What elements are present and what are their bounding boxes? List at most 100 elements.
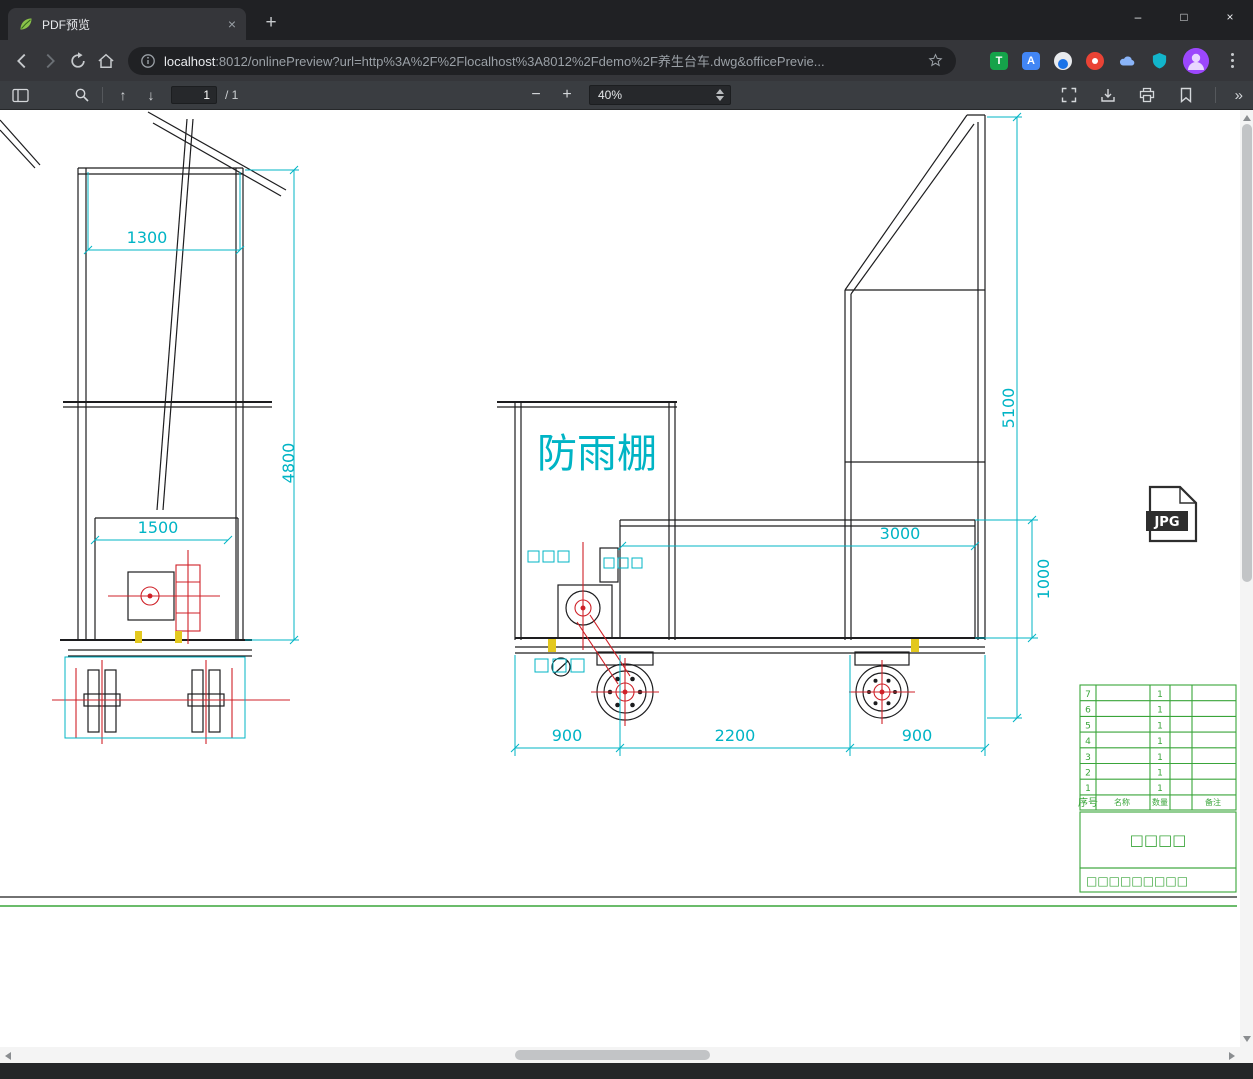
profile-avatar[interactable]	[1183, 47, 1209, 74]
side-view-highlights	[548, 639, 919, 652]
pdf-toolbar-right: »	[1059, 81, 1247, 109]
vertical-scrollbar[interactable]	[1240, 110, 1253, 1047]
dim-axle-right: 900	[902, 726, 933, 745]
zoom-out-button[interactable]: −	[524, 83, 548, 107]
tab-close-icon[interactable]: ×	[228, 17, 236, 31]
print-button[interactable]	[1137, 85, 1157, 105]
back-button[interactable]	[8, 47, 36, 75]
new-tab-button[interactable]: +	[258, 10, 284, 36]
download-button[interactable]	[1098, 85, 1118, 105]
title-block: 7 6 5 4 3 2 1 1 1 1 1 1 1 1 序号 名称 数量 备注 …	[1078, 684, 1237, 893]
front-view-highlights	[135, 631, 182, 643]
pdf-toolbar-left: ↑ ↓ / 1	[0, 81, 238, 109]
header-serial-no: 序号	[1078, 796, 1098, 809]
page-count-label: / 1	[225, 88, 239, 102]
toolbar-separator	[1214, 87, 1216, 103]
search-button[interactable]	[72, 85, 92, 105]
part-row-qty: 1	[1157, 721, 1163, 731]
dim-side-height: 5100	[999, 388, 1018, 429]
part-row-no: 3	[1085, 753, 1091, 763]
part-row-qty: 1	[1157, 769, 1163, 779]
front-view-geometry	[0, 111, 287, 733]
previous-page-button[interactable]: ↑	[113, 87, 133, 103]
scroll-left-arrow-icon[interactable]	[5, 1051, 11, 1060]
url-host: localhost	[164, 54, 216, 69]
next-page-button[interactable]: ↓	[141, 87, 161, 103]
url-path: :8012/onlinePreview?url=http%3A%2F%2Floc…	[215, 54, 825, 69]
part-row-no: 5	[1085, 721, 1091, 731]
extension-cloud-icon[interactable]	[1113, 47, 1141, 75]
jpg-file-icon: JPG	[1146, 485, 1198, 543]
home-button[interactable]	[92, 47, 120, 75]
forward-button[interactable]	[36, 47, 64, 75]
part-row-no: 4	[1085, 737, 1091, 747]
part-row-qty: 1	[1157, 690, 1163, 700]
part-row-no: 1	[1085, 784, 1091, 794]
vertical-scrollbar-thumb[interactable]	[1241, 124, 1252, 582]
dim-tank-length: 3000	[880, 524, 921, 543]
extension-green-icon[interactable]: T	[985, 47, 1013, 75]
scroll-up-arrow-icon[interactable]	[1242, 115, 1251, 121]
extension-translate-icon[interactable]: A	[1017, 47, 1045, 75]
part-row-no: 2	[1085, 769, 1091, 779]
tab-title: PDF预览	[42, 17, 91, 32]
address-bar[interactable]: localhost:8012/onlinePreview?url=http%3A…	[128, 46, 956, 75]
zoom-in-button[interactable]: +	[555, 83, 579, 107]
sidebar-toggle-button[interactable]	[10, 85, 30, 105]
zoom-level-select[interactable]: 40%	[589, 85, 731, 105]
presentation-mode-button[interactable]	[1059, 85, 1079, 105]
close-button[interactable]: ×	[1207, 0, 1253, 34]
bookmark-button[interactable]	[1176, 85, 1196, 105]
tab-favicon-leaf-icon	[18, 16, 34, 32]
dim-front-mid-width: 1500	[138, 518, 179, 537]
part-row-no: 6	[1085, 706, 1091, 716]
header-quantity: 数量	[1152, 797, 1168, 807]
part-row-no: 7	[1085, 690, 1091, 700]
front-view-dimensions: 1300 4800 1500	[64, 165, 299, 739]
part-row-qty: 1	[1157, 737, 1163, 747]
viewer-bottom-strip	[0, 1063, 1253, 1079]
dim-front-height: 4800	[279, 443, 298, 484]
drawing-title-text: □□□□	[1130, 831, 1187, 849]
part-row-qty: 1	[1157, 784, 1163, 794]
pdf-page: 1300 4800 1500 防雨棚 3000 1000 5100 900 22…	[0, 110, 1240, 1047]
horizontal-scrollbar-thumb[interactable]	[515, 1050, 710, 1060]
extension-red-icon[interactable]	[1081, 47, 1109, 75]
window-controls: – □ ×	[1115, 0, 1253, 34]
browser-tab[interactable]: PDF预览 ×	[8, 8, 246, 40]
pdf-toolbar-center: − + 40%	[524, 81, 731, 109]
horizontal-scrollbar[interactable]	[0, 1047, 1253, 1063]
header-name: 名称	[1114, 797, 1130, 807]
side-view-geometry	[497, 114, 986, 721]
header-note: 备注	[1205, 797, 1221, 807]
toolbar-separator	[102, 87, 103, 103]
browser-menu-button[interactable]	[1223, 53, 1241, 68]
dim-tank-height: 1000	[1034, 559, 1053, 600]
cad-drawing-canvas: 1300 4800 1500 防雨棚 3000 1000 5100 900 22…	[0, 111, 1237, 907]
part-row-qty: 1	[1157, 706, 1163, 716]
rain-shelter-label: 防雨棚	[537, 431, 657, 477]
url-text: localhost:8012/onlinePreview?url=http%3A…	[164, 51, 927, 70]
dim-front-top-width: 1300	[127, 228, 168, 247]
sheet-border	[0, 896, 1237, 907]
scroll-down-arrow-icon[interactable]	[1242, 1036, 1251, 1042]
minimize-button[interactable]: –	[1115, 0, 1161, 34]
extensions-row: T A	[985, 47, 1245, 75]
maximize-button[interactable]: □	[1161, 0, 1207, 34]
page-number-input[interactable]	[171, 86, 217, 104]
select-spinner-icon	[716, 89, 724, 101]
more-tools-button[interactable]: »	[1235, 87, 1247, 104]
site-info-icon[interactable]	[140, 53, 156, 69]
extension-sphere-icon[interactable]	[1049, 47, 1077, 75]
pdf-toolbar: ↑ ↓ / 1 − + 40% »	[0, 81, 1253, 110]
browser-toolbar: localhost:8012/onlinePreview?url=http%3A…	[0, 40, 1253, 81]
side-view-cyan-details: 防雨棚	[527, 431, 657, 673]
extension-shield-icon[interactable]	[1145, 47, 1173, 75]
reload-button[interactable]	[64, 47, 92, 75]
dim-axle-middle: 2200	[715, 726, 756, 745]
scroll-right-arrow-icon[interactable]	[1229, 1051, 1235, 1060]
title-block-footer-text: □□□□□□□□□	[1086, 874, 1188, 888]
dim-axle-left: 900	[552, 726, 583, 745]
bookmark-star-icon[interactable]	[927, 52, 944, 69]
jpg-badge-label: JPG	[1153, 515, 1179, 530]
